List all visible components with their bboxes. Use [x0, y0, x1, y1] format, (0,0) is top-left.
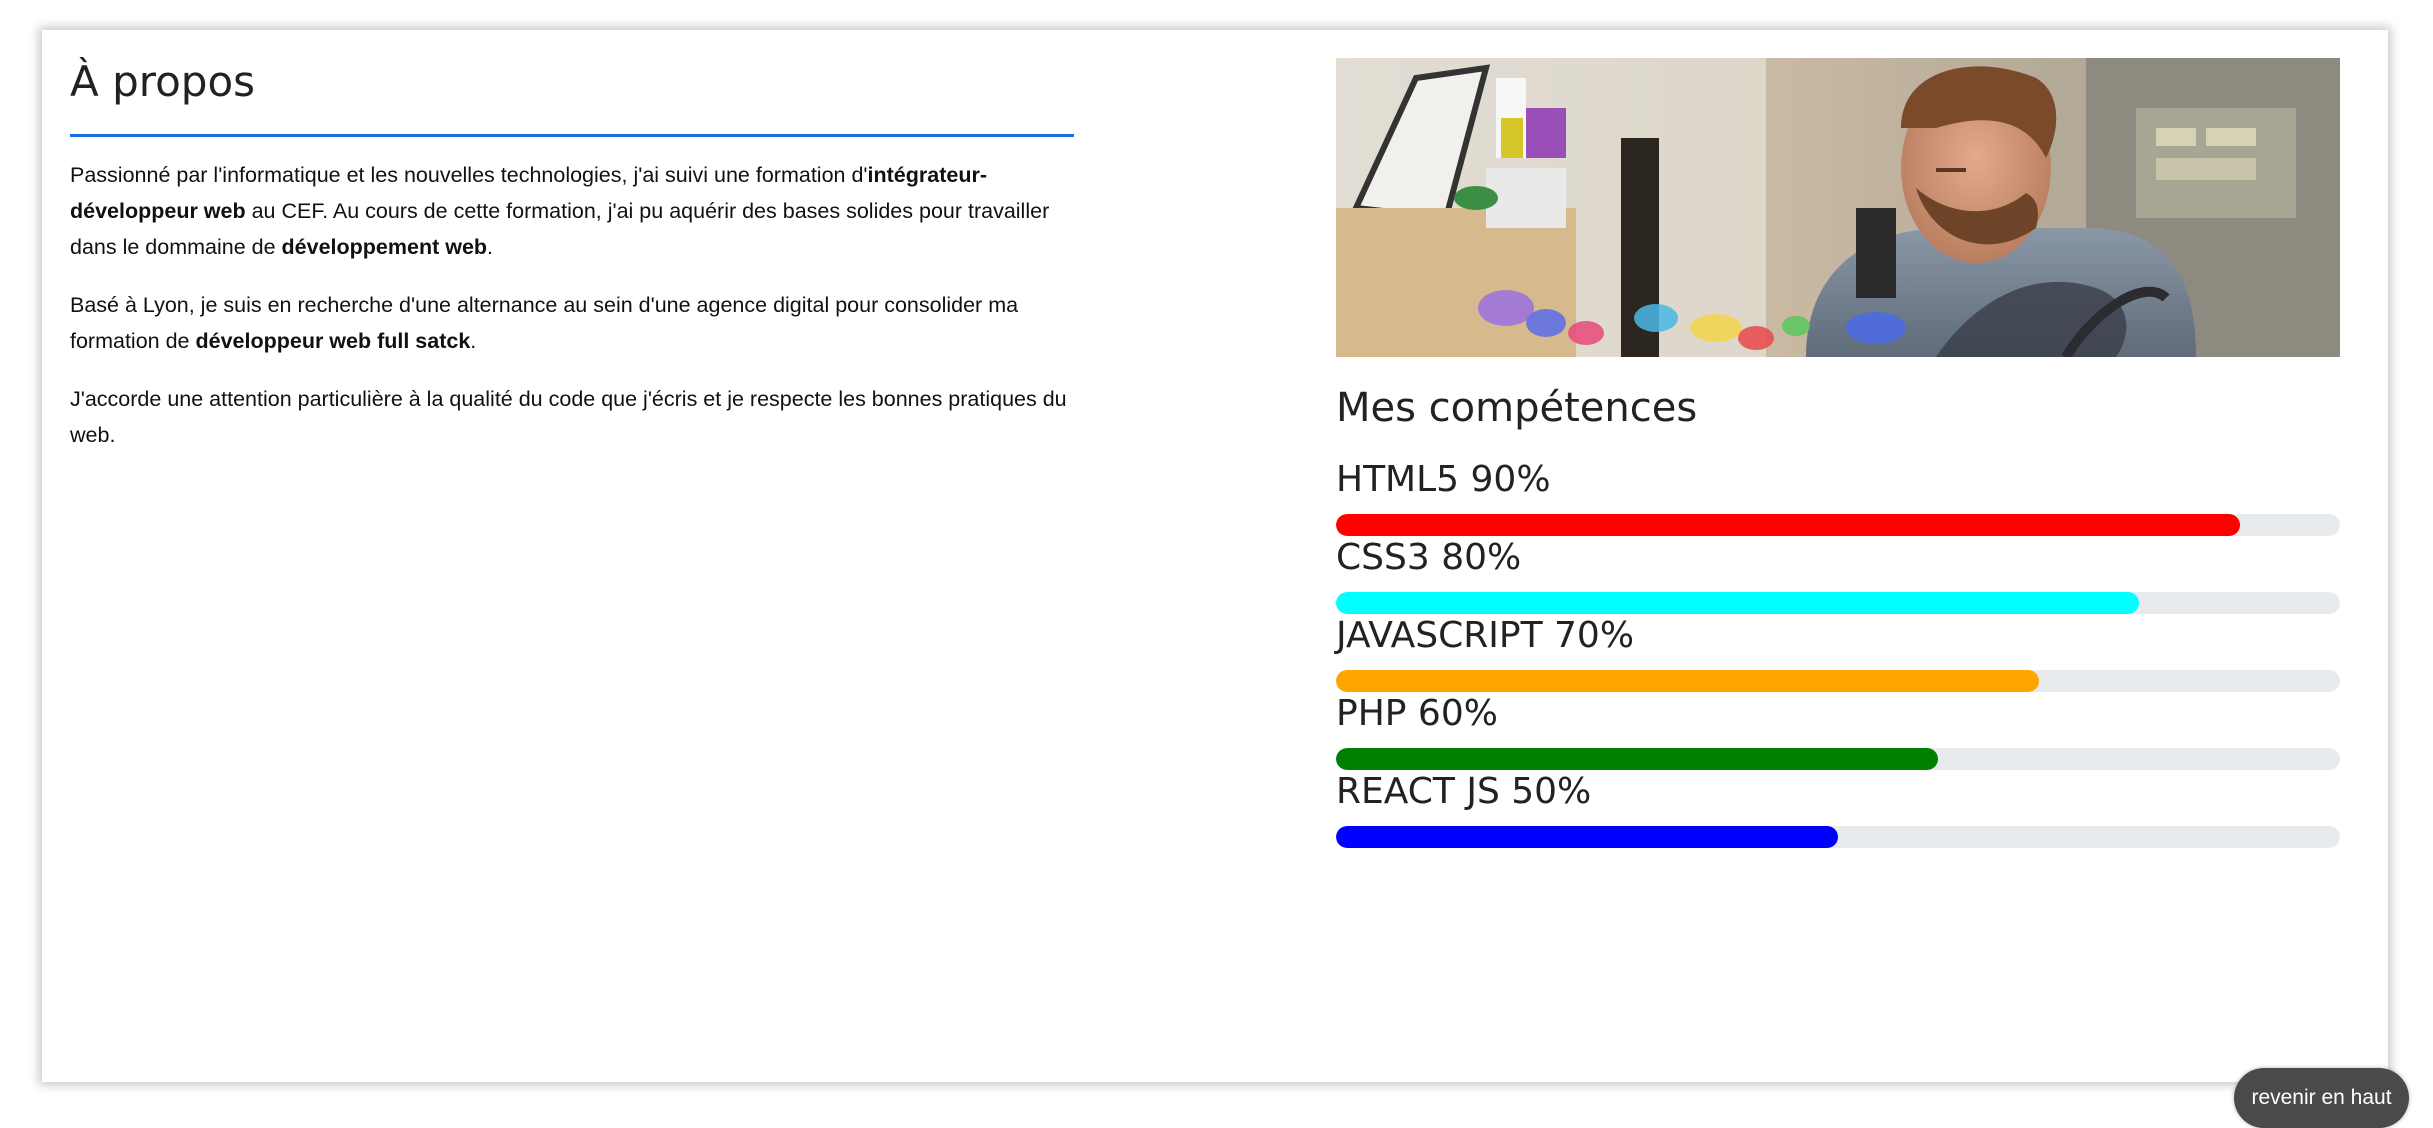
- skill-progress-track: [1336, 826, 2340, 848]
- photo-illustration: [1336, 58, 2340, 357]
- about-highlight: développeur web full satck: [195, 329, 471, 353]
- skill-progress-fill: [1336, 670, 2039, 692]
- skill-progress-fill: [1336, 592, 2140, 614]
- about-text: Passionné par l'informatique et les nouv…: [70, 163, 868, 187]
- about-highlight: développement web: [281, 235, 488, 259]
- about-paragraph-2: Basé à Lyon, je suis en recherche d'une …: [70, 287, 1074, 359]
- skill-label: HTML5 90%: [1336, 459, 1551, 500]
- skill-progress-track: [1336, 748, 2340, 770]
- skill-label: REACT JS 50%: [1336, 771, 1592, 812]
- skill-label: CSS3 80%: [1336, 537, 1522, 578]
- about-title: À propos: [70, 57, 256, 106]
- developer-photo: [1336, 58, 2340, 357]
- skill-item: HTML5 90%: [1336, 458, 2340, 536]
- skill-item: CSS3 80%: [1336, 536, 2340, 614]
- about-text: .: [487, 235, 494, 259]
- skill-item: JAVASCRIPT 70%: [1336, 614, 2340, 692]
- skill-progress-fill: [1336, 514, 2240, 536]
- about-paragraph-1: Passionné par l'informatique et les nouv…: [70, 157, 1074, 265]
- back-to-top-button[interactable]: revenir en haut: [2234, 1068, 2409, 1128]
- title-underline: [70, 134, 1074, 137]
- skill-item: REACT JS 50%: [1336, 770, 2340, 848]
- about-paragraph-3: J'accorde une attention particulière à l…: [70, 387, 1067, 447]
- skill-item: PHP 60%: [1336, 692, 2340, 770]
- skill-progress-fill: [1336, 826, 1838, 848]
- about-section: À propos Passionné par l'informatique et…: [70, 52, 1074, 453]
- skill-progress-track: [1336, 592, 2340, 614]
- skill-progress-track: [1336, 670, 2340, 692]
- skill-label: JAVASCRIPT 70%: [1336, 615, 1635, 656]
- skills-title: Mes compétences: [1336, 385, 1698, 431]
- skill-progress-fill: [1336, 748, 1939, 770]
- about-text: .: [470, 329, 477, 353]
- skill-progress-track: [1336, 514, 2340, 536]
- skill-label: PHP 60%: [1336, 693, 1498, 734]
